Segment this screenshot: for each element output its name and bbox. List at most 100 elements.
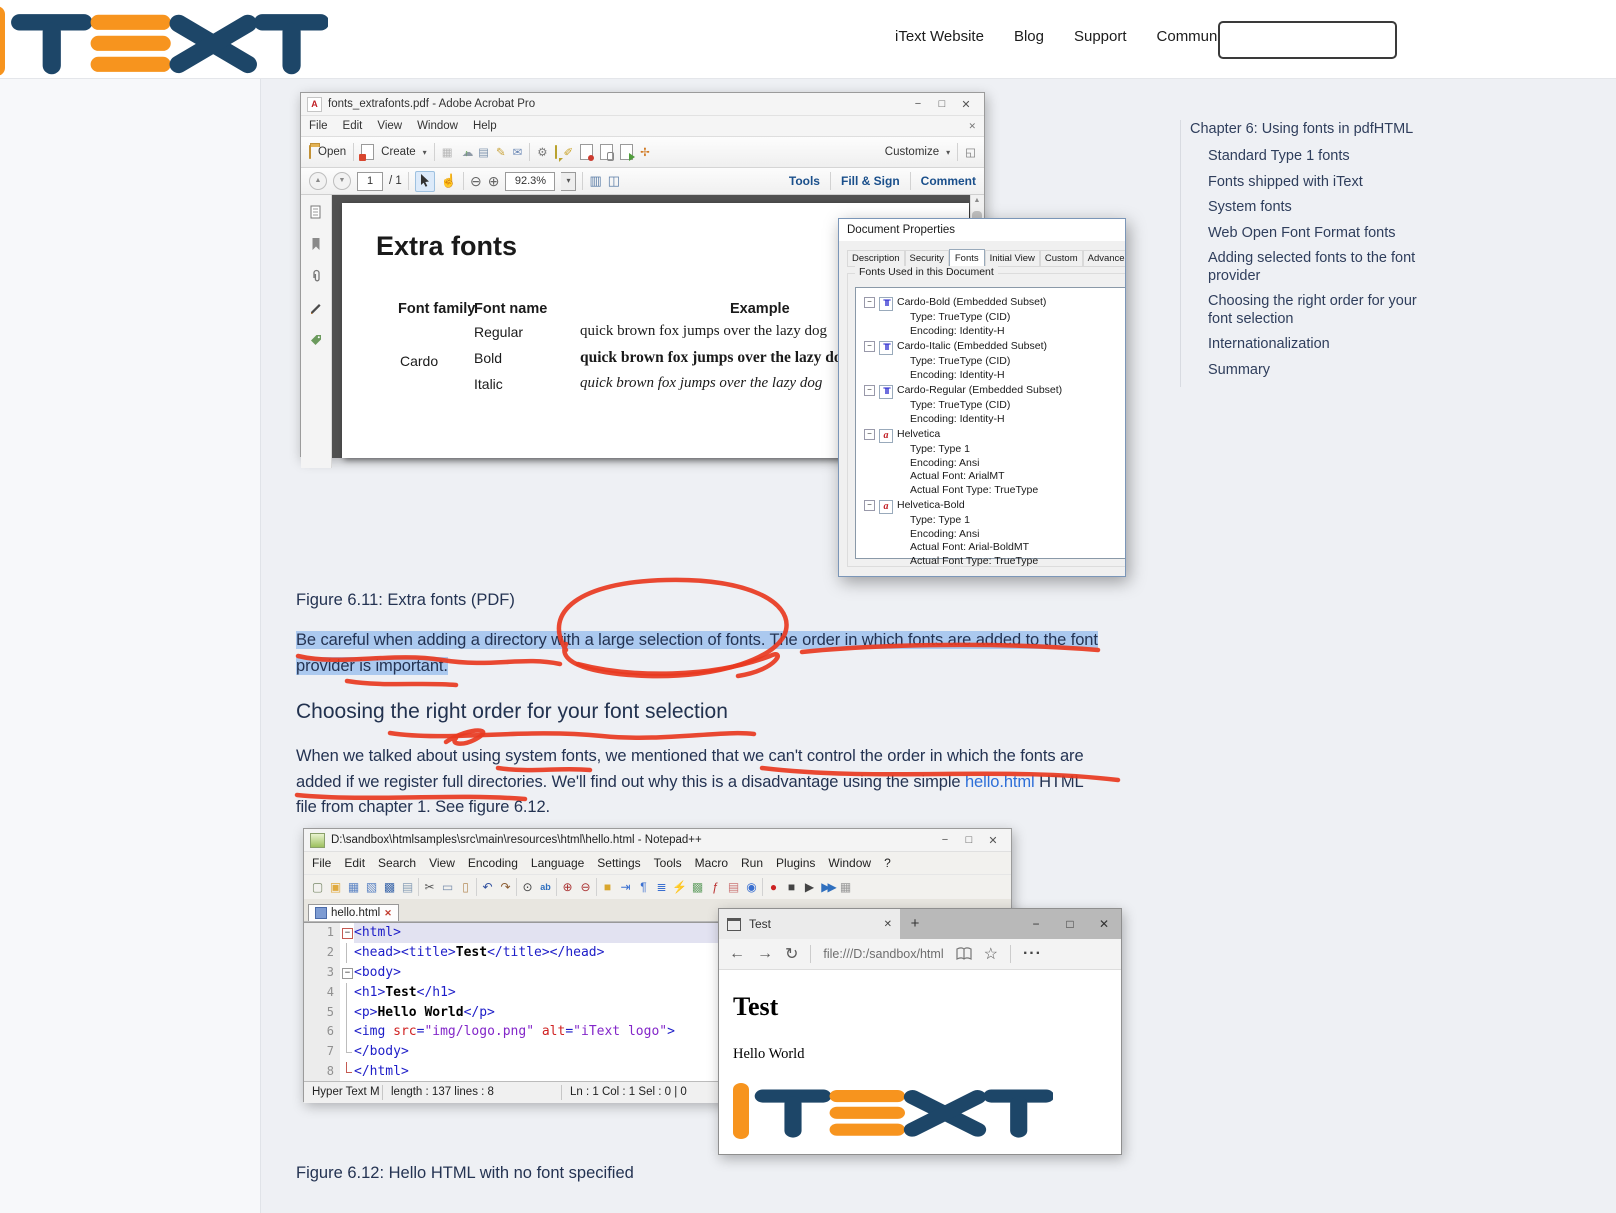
print-icon[interactable]: ▤ [400,880,415,895]
open-button[interactable]: Open [318,146,346,158]
copy-icon[interactable]: ▭ [440,880,455,895]
word-wrap-icon[interactable]: ⇥ [618,880,633,895]
create-button[interactable]: Create [381,146,416,158]
collapse-icon[interactable]: − [864,385,875,396]
collapse-icon[interactable]: − [864,297,875,308]
minimize-icon[interactable]: − [906,98,930,111]
menu-item[interactable]: Encoding [468,856,518,870]
address-bar[interactable]: file:///D:/sandbox/html [823,947,943,961]
save-icon[interactable]: ▦ [346,880,361,895]
comment-panel-button[interactable]: Comment [921,174,976,188]
menu-item[interactable]: View [429,856,455,870]
collapse-icon[interactable]: − [864,341,875,352]
cut-icon[interactable]: ✂ [422,880,437,895]
reading-view-icon[interactable] [956,947,972,961]
tab-close-icon[interactable]: ✕ [384,908,392,919]
close-icon[interactable]: ✕ [1087,917,1121,931]
refresh-icon[interactable]: ↻ [785,944,798,964]
close-icon[interactable]: ✕ [981,834,1005,847]
upload-cloud-icon[interactable]: ☁↑ [460,145,472,159]
menu-item[interactable]: Macro [695,856,728,870]
toc-item[interactable]: Internationalization [1208,336,1420,354]
font-entry[interactable]: −TCardo-Italic (Embedded Subset) [864,340,1126,355]
toc-chapter-title[interactable]: Chapter 6: Using fonts in pdfHTML [1190,120,1420,138]
scroll-up-icon[interactable]: ▲ [971,197,983,204]
hand-tool-icon[interactable]: ☝ [441,173,457,189]
redo-icon[interactable]: ↷ [498,880,513,895]
menu-item[interactable]: Settings [597,856,640,870]
notepad-titlebar[interactable]: D:\sandbox\htmlsamples\src\main\resource… [304,829,1011,852]
fill-sign-panel-button[interactable]: Fill & Sign [841,174,900,188]
run-macro-multiple-icon[interactable]: ▶▶ [820,880,835,895]
dialog-tab-custom[interactable]: Custom [1040,250,1083,267]
maximize-icon[interactable]: □ [957,834,981,847]
menu-item[interactable]: Language [531,856,584,870]
open-icon[interactable] [309,146,311,158]
save-macro-icon[interactable]: ▦ [838,880,853,895]
dialog-tab-security[interactable]: Security [905,250,949,267]
stop-macro-icon[interactable]: ■ [784,880,799,895]
close-icon[interactable]: ✕ [954,98,978,111]
zoom-level-input[interactable]: 92.3% [505,172,555,191]
menu-item[interactable]: View [377,120,402,132]
select-tool-icon[interactable] [415,171,435,192]
search-box[interactable] [1218,21,1397,59]
more-options-icon[interactable]: ··· [1023,945,1042,963]
nav-support[interactable]: Support [1074,28,1127,45]
doc-map-icon[interactable]: ▩ [690,880,705,895]
pen-icon[interactable]: ✢ [640,145,650,159]
export-doc-icon[interactable] [620,144,633,160]
hello-html-link[interactable]: hello.html [965,773,1035,791]
stamp-doc-icon[interactable] [580,144,593,160]
comment-bubble-icon[interactable] [555,146,557,158]
highlight-text-icon[interactable]: ✐ [564,145,574,159]
sign-document-icon[interactable]: ✎ [496,145,506,159]
page-up-icon[interactable]: ▲ [309,172,327,190]
menu-item[interactable]: ? [884,856,891,870]
open-file-icon[interactable]: ▣ [328,880,343,895]
undo-icon[interactable]: ↶ [480,880,495,895]
page-number-input[interactable]: 1 [357,172,383,191]
play-macro-icon[interactable]: ▶ [802,880,817,895]
fit-page-icon[interactable]: ◫ [608,173,620,189]
print-icon[interactable]: ▤ [478,145,489,159]
zoom-out-icon[interactable]: ⊖ [578,880,593,895]
create-pdf-icon[interactable] [361,144,374,160]
dialog-tab-description[interactable]: Description [847,250,905,267]
close-icon[interactable]: ✕ [968,121,976,132]
indent-guide-icon[interactable]: ≣ [654,880,669,895]
replace-icon[interactable]: ab [538,880,553,895]
toc-item[interactable]: Fonts shipped with iText [1208,174,1420,192]
menu-item[interactable]: Window [828,856,871,870]
attachments-icon[interactable] [309,269,323,283]
save-icon[interactable]: ▦ [442,145,453,159]
menu-item[interactable]: File [312,856,331,870]
collapse-icon[interactable]: − [864,500,875,511]
tab-hello-html[interactable]: hello.html ✕ [308,904,399,921]
email-icon[interactable]: ✉ [513,145,523,159]
toc-item[interactable]: Choosing the right order for your font s… [1208,293,1420,328]
menu-item[interactable]: Plugins [776,856,815,870]
minimize-icon[interactable]: − [1019,917,1053,931]
zoom-dropdown-icon[interactable]: ▾ [561,172,576,191]
expand-window-icon[interactable]: ◱ [965,145,976,159]
toc-item[interactable]: Standard Type 1 fonts [1208,148,1420,166]
menu-item[interactable]: Run [741,856,763,870]
nav-itext-website[interactable]: iText Website [895,28,984,45]
tab-close-icon[interactable]: ✕ [884,919,892,930]
record-macro-icon[interactable]: ● [766,880,781,895]
collapse-icon[interactable]: − [864,429,875,440]
doc-monitor-icon[interactable]: ◉ [744,880,759,895]
font-entry[interactable]: −TCardo-Regular (Embedded Subset) [864,384,1126,399]
show-symbols-icon[interactable]: ¶ [636,880,651,895]
page-thumbnails-icon[interactable] [309,205,323,219]
menu-item[interactable]: Edit [344,856,365,870]
menu-item[interactable]: Search [378,856,416,870]
menu-item[interactable]: Help [473,120,497,132]
tags-icon[interactable] [309,333,323,347]
font-entry[interactable]: −TCardo-Bold (Embedded Subset) [864,296,1126,311]
zoom-out-icon[interactable]: ⊖ [470,173,482,190]
toc-item[interactable]: System fonts [1208,199,1420,217]
signature-icon[interactable] [309,301,323,315]
paste-icon[interactable]: ▯ [458,880,473,895]
